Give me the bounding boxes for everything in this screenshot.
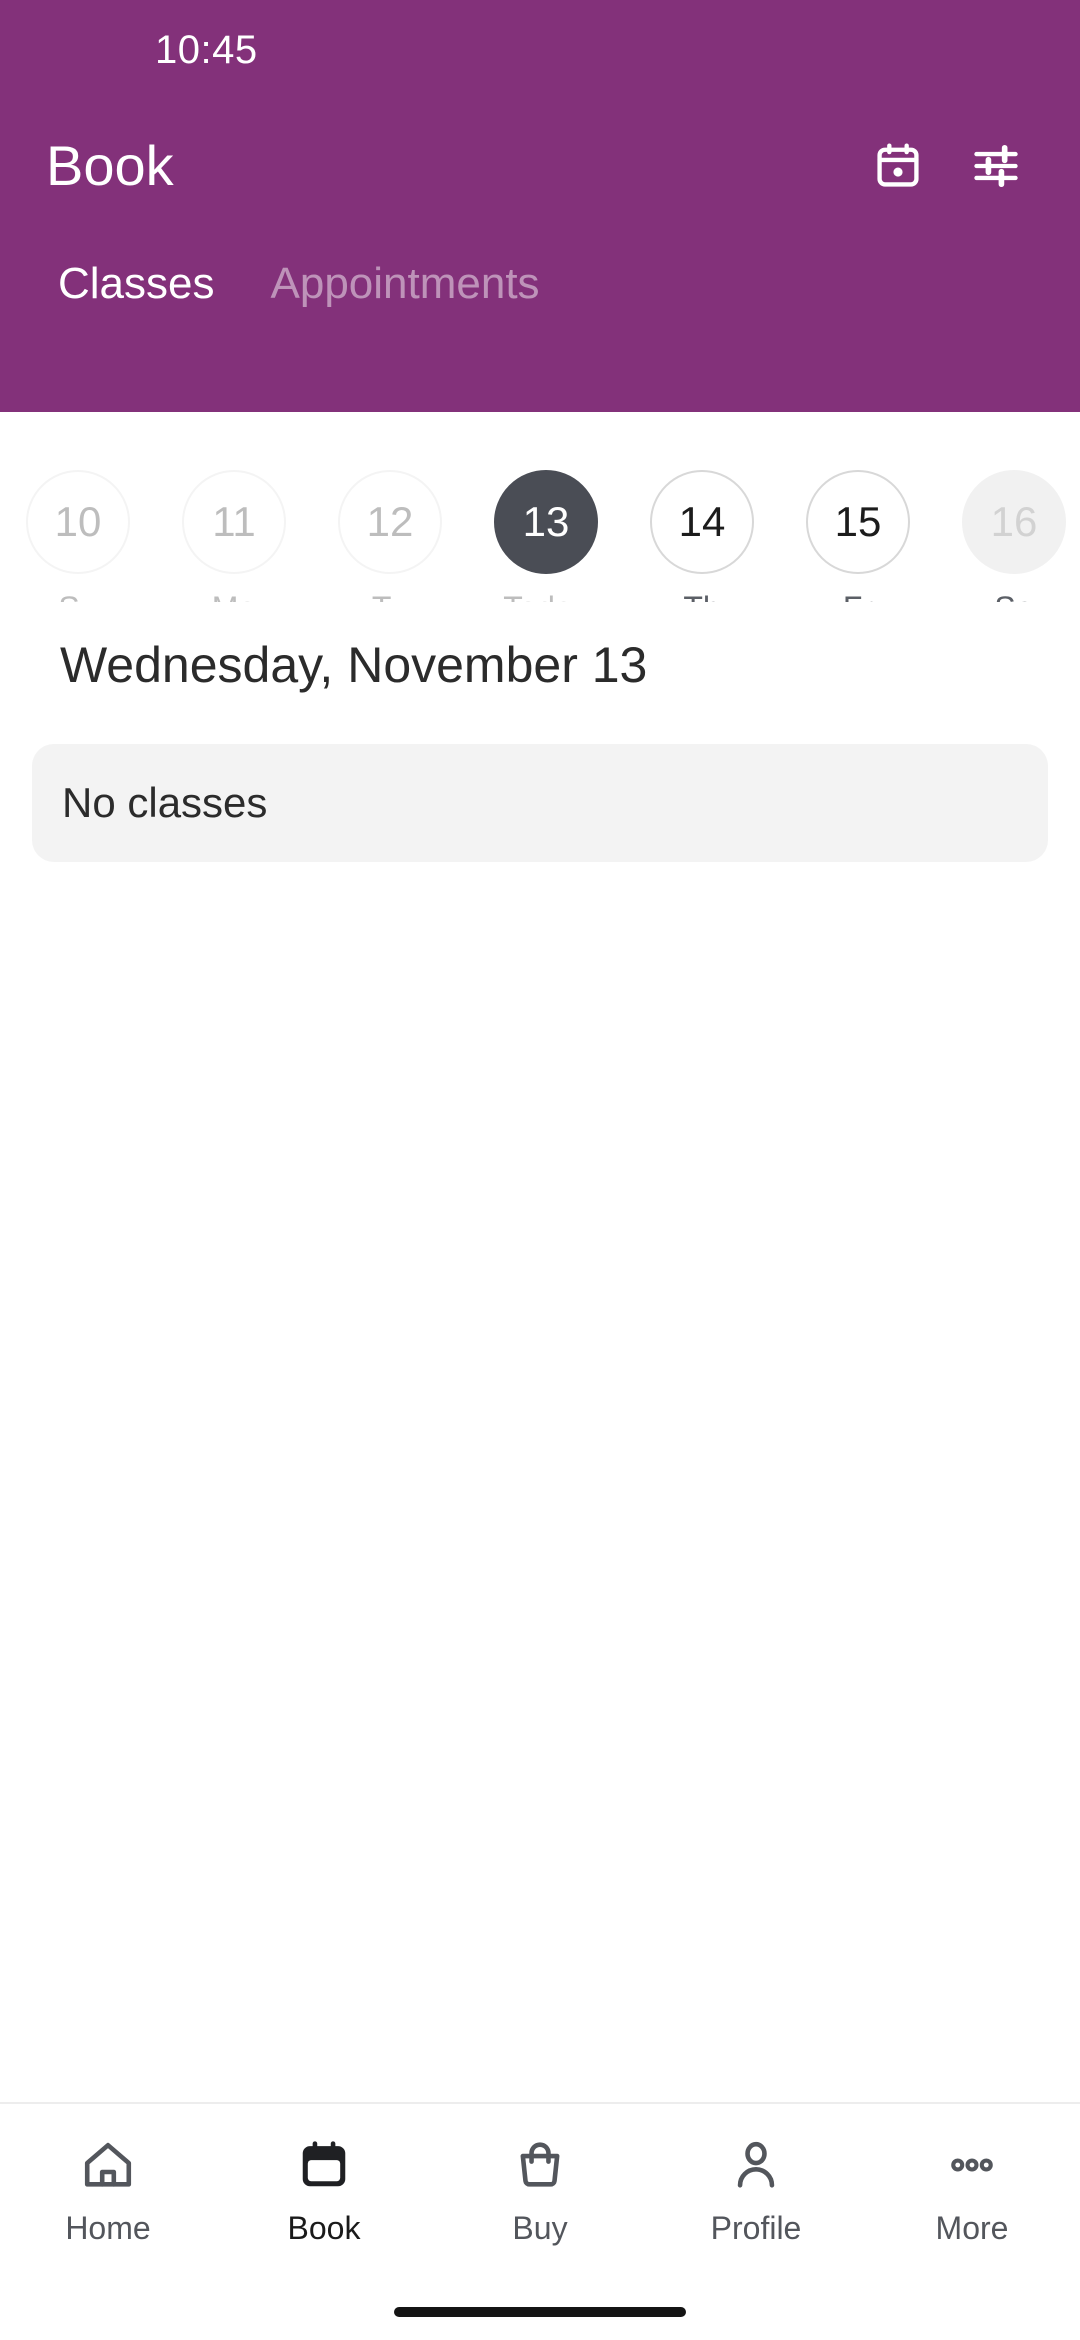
calendar-icon-glyph: [302, 2141, 346, 2187]
selected-date-heading: Wednesday, November 13: [60, 637, 648, 693]
header-tabs: Classes Appointments: [0, 262, 1080, 306]
person-icon-glyph: [737, 2141, 775, 2188]
nav-item-buy[interactable]: Buy: [432, 2130, 648, 2244]
nav-item-book[interactable]: Book: [216, 2130, 432, 2244]
date-weekday-label: Mo: [212, 592, 256, 602]
calendar-icon-glyph: [877, 143, 919, 187]
date-item-12[interactable]: 12 Tu: [312, 470, 468, 602]
no-classes-label: No classes: [62, 779, 268, 826]
shopping-bag-icon-glyph: [520, 2142, 560, 2187]
status-bar: 10:45: [0, 0, 1080, 100]
date-item-11[interactable]: 11 Mo: [156, 470, 312, 602]
date-weekday-label: Su: [58, 592, 97, 602]
nav-label-buy: Buy: [512, 2210, 568, 2246]
more-dots-icon-glyph: [951, 2158, 993, 2172]
home-icon-glyph: [84, 2142, 132, 2187]
main-content: Wednesday, November 13 No classes: [0, 602, 1080, 2102]
app-bar-actions: [866, 134, 1028, 198]
date-circle[interactable]: 16: [962, 470, 1066, 574]
date-circle[interactable]: 15: [806, 470, 910, 574]
date-weekday-label: Fr: [843, 592, 873, 602]
date-item-14[interactable]: 14 Th: [624, 470, 780, 602]
date-item-16[interactable]: 16 Sa: [936, 470, 1080, 602]
date-weekday-label: Th: [683, 592, 720, 602]
page-title: Book: [46, 134, 174, 197]
date-weekday-label: Today: [503, 592, 588, 602]
nav-item-profile[interactable]: Profile: [648, 2130, 864, 2244]
nav-item-home[interactable]: Home: [0, 2130, 216, 2244]
nav-label-more: More: [935, 2210, 1009, 2246]
home-indicator-area: [0, 2284, 1080, 2340]
home-indicator[interactable]: [394, 2307, 686, 2317]
bottom-navigation: Home Book Buy Profile More: [0, 2102, 1080, 2284]
status-bar-time: 10:45: [155, 28, 258, 72]
date-circle[interactable]: 10: [26, 470, 130, 574]
calendar-icon[interactable]: [866, 134, 930, 198]
date-weekday-label: Sa: [994, 592, 1033, 602]
date-circle[interactable]: 13: [494, 470, 598, 574]
nav-item-more[interactable]: More: [864, 2130, 1080, 2244]
nav-label-profile: Profile: [710, 2210, 802, 2246]
person-icon: [727, 2130, 785, 2200]
date-circle[interactable]: 11: [182, 470, 286, 574]
tab-classes[interactable]: Classes: [30, 262, 243, 306]
calendar-icon: [295, 2130, 353, 2200]
date-circle[interactable]: 14: [650, 470, 754, 574]
date-item-10[interactable]: 10 Su: [0, 470, 156, 602]
shopping-bag-icon: [511, 2130, 569, 2200]
date-item-15[interactable]: 15 Fr: [780, 470, 936, 602]
nav-label-book: Book: [287, 2210, 361, 2246]
no-classes-card: No classes: [32, 744, 1048, 862]
more-dots-icon: [943, 2130, 1001, 2200]
tab-appointments[interactable]: Appointments: [243, 262, 568, 306]
date-item-13-selected[interactable]: 13 Today: [468, 470, 624, 602]
filter-icon[interactable]: [964, 134, 1028, 198]
date-circle[interactable]: 12: [338, 470, 442, 574]
app-header: 10:45 Book Classes Appointments: [0, 0, 1080, 412]
date-strip[interactable]: 10 Su 11 Mo 12 Tu 13 Today 14 Th 15 Fr 1…: [0, 412, 1080, 602]
app-bar: Book: [0, 100, 1080, 232]
filter-icon-glyph: [974, 144, 1018, 188]
app-screen: 10:45 Book Classes Appointments 10 11 12…: [0, 0, 1080, 2340]
nav-label-home: Home: [65, 2210, 151, 2246]
date-weekday-label: Tu: [372, 592, 408, 602]
home-icon: [79, 2130, 137, 2200]
